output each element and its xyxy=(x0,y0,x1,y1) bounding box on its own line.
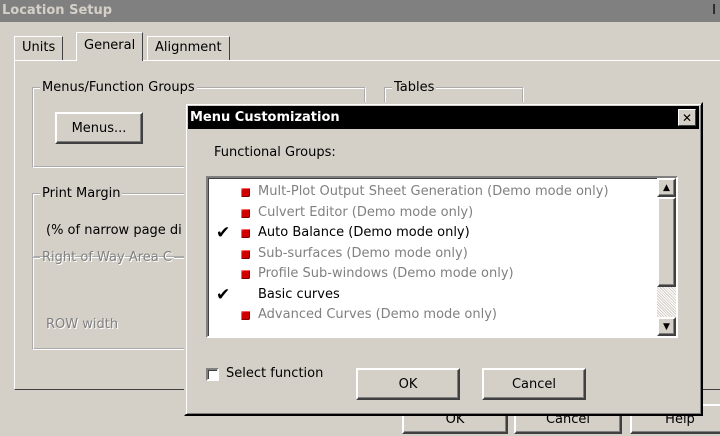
dialog-ok-button[interactable]: OK xyxy=(356,368,460,400)
red-bullet-icon xyxy=(241,270,250,279)
checkmark-icon: ✔ xyxy=(216,223,231,243)
list-item[interactable]: ✔ Auto Balance (Demo mode only) xyxy=(208,223,648,243)
button-label: Cancel xyxy=(511,376,557,392)
checkmark-icon: ✔ xyxy=(216,284,231,305)
tab-label: Alignment xyxy=(155,40,222,55)
tab-label: General xyxy=(84,38,136,53)
list-item-label: Sub-surfaces (Demo mode only) xyxy=(258,245,468,261)
button-label: Menus... xyxy=(71,120,127,136)
list-scrollbar[interactable]: ▲ ▼ xyxy=(657,178,676,336)
list-item-label: Basic curves xyxy=(258,286,340,302)
scroll-down-icon[interactable]: ▼ xyxy=(657,317,676,336)
button-label: OK xyxy=(398,376,418,392)
group-legend: Right of Way Area C xyxy=(42,250,172,265)
row-width-label: ROW width xyxy=(46,317,119,332)
list-item-label: Auto Balance (Demo mode only) xyxy=(258,225,470,240)
tab-general[interactable]: General xyxy=(76,32,144,61)
menu-customization-dialog: Menu Customization ✕ Functional Groups: … xyxy=(184,102,703,416)
select-function-checkbox[interactable] xyxy=(206,368,219,381)
list-item[interactable]: ✔ Basic curves xyxy=(208,285,648,305)
red-bullet-icon xyxy=(241,249,250,259)
group-legend: Print Margin xyxy=(42,186,121,201)
background-window-titlebar: Location Setup I xyxy=(0,0,720,22)
list-item[interactable]: Profile Sub-windows (Demo mode only) xyxy=(208,264,648,284)
list-item[interactable]: Culvert Editor (Demo mode only) xyxy=(208,203,648,223)
red-bullet-icon xyxy=(241,229,250,238)
list-item[interactable]: Mult-Plot Output Sheet Generation (Demo … xyxy=(208,182,648,202)
select-function-label: Select function xyxy=(226,366,324,381)
group-legend: Tables xyxy=(394,80,435,95)
tab-alignment[interactable]: Alignment xyxy=(147,36,230,60)
window-close-stub: I xyxy=(712,3,716,18)
window-title: Location Setup xyxy=(2,3,113,18)
group-legend: Menus/Function Groups xyxy=(42,80,195,95)
red-bullet-icon xyxy=(241,208,250,218)
print-margin-text: (% of narrow page di xyxy=(46,223,182,238)
close-icon[interactable]: ✕ xyxy=(678,109,696,126)
dialog-titlebar: Menu Customization ✕ xyxy=(188,106,699,129)
tab-label: Units xyxy=(22,40,56,55)
functional-groups-list[interactable]: Mult-Plot Output Sheet Generation (Demo … xyxy=(206,176,678,338)
list-item-label: Profile Sub-windows (Demo mode only) xyxy=(258,266,514,281)
list-item[interactable]: Advanced Curves (Demo mode only) xyxy=(208,305,648,325)
functional-groups-label: Functional Groups: xyxy=(214,145,336,160)
red-bullet-icon xyxy=(241,188,250,197)
dialog-cancel-button[interactable]: Cancel xyxy=(482,368,586,400)
red-bullet-icon xyxy=(241,311,250,320)
list-item[interactable]: Sub-surfaces (Demo mode only) xyxy=(208,244,648,264)
menus-button[interactable]: Menus... xyxy=(55,112,143,144)
tab-units[interactable]: Units xyxy=(14,36,64,60)
list-item-label: Culvert Editor (Demo mode only) xyxy=(258,204,474,220)
list-item-label: Mult-Plot Output Sheet Generation (Demo … xyxy=(258,184,609,199)
scroll-thumb[interactable] xyxy=(657,197,676,287)
dialog-title: Menu Customization xyxy=(190,110,340,125)
list-item-label: Advanced Curves (Demo mode only) xyxy=(258,307,498,322)
scroll-up-icon[interactable]: ▲ xyxy=(657,178,676,197)
